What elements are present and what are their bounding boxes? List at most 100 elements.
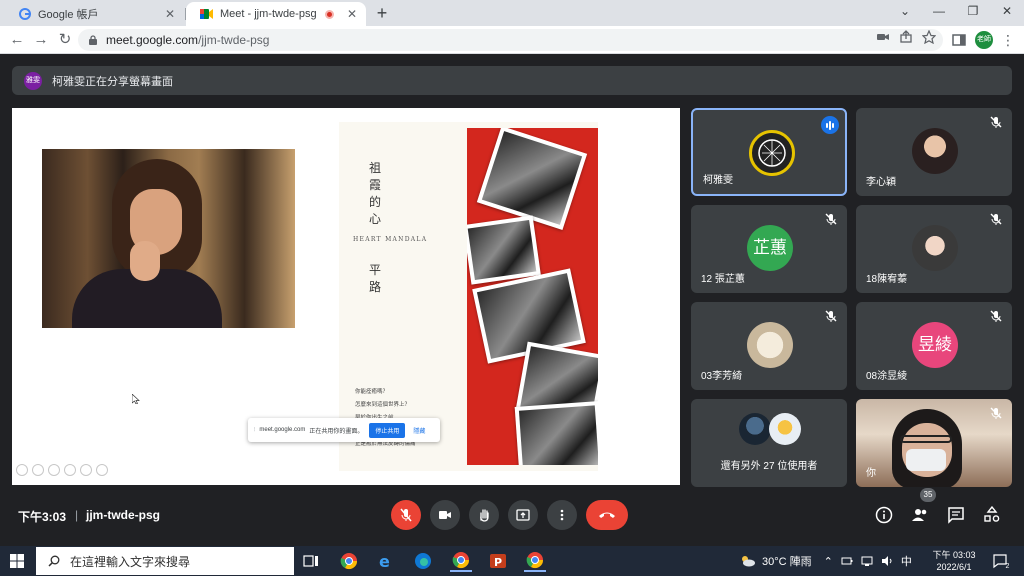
chevron-up-icon[interactable]: ⌃	[824, 555, 833, 568]
hide-button[interactable]: 隱藏	[413, 426, 425, 435]
participant-tile[interactable]: 芷蕙 12 張芷蕙	[691, 205, 847, 293]
photo-hand	[130, 241, 160, 281]
volume-icon[interactable]	[881, 555, 893, 567]
side-panel-icon[interactable]	[951, 32, 967, 48]
battery-icon[interactable]	[841, 555, 853, 567]
chat-icon	[948, 507, 964, 524]
tab-google-account[interactable]: Google 帳戶 ✕	[4, 2, 184, 26]
participant-name: 08涂昱綾	[866, 371, 908, 382]
edge-app-icon[interactable]	[412, 550, 434, 572]
more-vert-icon	[560, 509, 564, 521]
participant-tile[interactable]: 昱綾 08涂昱綾	[856, 302, 1012, 390]
screen-share-notification: ⦙ meet.google.com 正在共用你的畫面。 停止共用 隱藏	[248, 418, 440, 442]
minimize-button[interactable]: —	[922, 2, 956, 22]
mic-off-icon	[990, 213, 1002, 225]
taskbar-search-box[interactable]: 在這裡輸入文字來搜尋	[36, 547, 294, 575]
restore-button[interactable]: ❐	[956, 2, 990, 22]
search-icon	[48, 555, 60, 567]
face-mask	[906, 449, 946, 471]
participant-avatar	[912, 128, 958, 174]
present-screen-button[interactable]	[508, 500, 538, 530]
participant-avatar	[747, 322, 793, 368]
book-title: 祖霞的心	[369, 161, 382, 226]
profile-avatar[interactable]: 老師	[975, 31, 993, 49]
activities-button[interactable]	[981, 504, 1003, 526]
participant-avatar	[769, 413, 801, 445]
chrome-menu-icon[interactable]: ⋮	[1001, 31, 1015, 49]
share-icon[interactable]	[899, 30, 913, 44]
search-placeholder: 在這裡輸入文字來搜尋	[70, 554, 191, 569]
participant-tile[interactable]: 柯雅雯	[691, 108, 847, 196]
close-tab-icon[interactable]: ✕	[344, 7, 360, 21]
camera-in-use-icon[interactable]	[876, 30, 890, 44]
tab-search-icon[interactable]: ⌄	[888, 2, 922, 22]
url-path: /jjm-twde-psg	[198, 33, 270, 47]
mic-toggle-button[interactable]	[391, 500, 421, 530]
windows-start-icon[interactable]	[10, 554, 24, 568]
ie-app-icon[interactable]: e	[375, 550, 397, 572]
mic-off-icon	[400, 508, 412, 522]
slides-icon[interactable]	[64, 464, 76, 476]
share-message: 正在共用你的畫面。	[309, 428, 364, 435]
meeting-details-button[interactable]	[873, 504, 895, 526]
prev-slide-icon[interactable]	[16, 464, 28, 476]
tab-title: Google 帳戶	[38, 9, 99, 21]
pen-icon[interactable]	[48, 464, 60, 476]
new-tab-button[interactable]: +	[372, 4, 392, 24]
slide-toolbar	[16, 464, 108, 476]
tab-meet[interactable]: Meet - jjm-twde-psg ✕	[186, 2, 366, 26]
more-icon[interactable]	[96, 464, 108, 476]
svg-text:P: P	[494, 556, 502, 569]
windows-taskbar: 在這裡輸入文字來搜尋 e P 30°C 陣雨 ⌃ 中 下午 03:03 2022…	[0, 546, 1024, 576]
book-photo	[514, 401, 598, 465]
chrome-app-icon[interactable]	[338, 550, 360, 572]
clock-time: 下午 03:03	[932, 550, 976, 560]
raise-hand-button[interactable]	[469, 500, 499, 530]
back-button[interactable]: ←	[8, 31, 26, 49]
chat-button[interactable]	[945, 504, 967, 526]
weather-text[interactable]: 30°C 陣雨	[762, 553, 812, 569]
book-red-panel	[467, 128, 598, 465]
others-tile[interactable]: 還有另外 27 位使用者	[691, 399, 847, 487]
network-icon[interactable]	[861, 555, 873, 567]
speaking-indicator-icon	[821, 116, 839, 134]
share-host: meet.google.com	[259, 427, 306, 433]
leave-call-button[interactable]	[586, 500, 628, 530]
participant-tile[interactable]: 李心穎	[856, 108, 1012, 196]
system-clock[interactable]: 下午 03:03 2022/6/1	[932, 549, 976, 573]
zoom-icon[interactable]	[80, 464, 92, 476]
forward-button[interactable]: →	[32, 31, 50, 49]
book-english-title: HEART MANDALA	[353, 236, 428, 243]
mic-off-icon	[825, 213, 837, 225]
close-tab-icon[interactable]: ✕	[162, 7, 178, 21]
participant-name: 03李芳綺	[701, 371, 743, 382]
camera-toggle-button[interactable]	[430, 500, 460, 530]
mouse-cursor-icon	[132, 394, 140, 404]
book-photo	[467, 215, 541, 285]
self-view-tile[interactable]: 你	[856, 399, 1012, 487]
powerpoint-app-icon[interactable]: P	[487, 550, 509, 572]
chrome-teacher-app-icon[interactable]	[524, 550, 546, 572]
participant-tile[interactable]: 18陳宥蓁	[856, 205, 1012, 293]
reload-button[interactable]: ↻	[56, 31, 74, 49]
system-tray: 30°C 陣雨 ⌃ 中	[740, 546, 912, 576]
people-button[interactable]	[909, 504, 931, 526]
address-bar[interactable]: meet.google.com/jjm-twde-psg	[78, 29, 943, 51]
meeting-time: 下午3:03	[18, 510, 67, 524]
next-slide-icon[interactable]	[32, 464, 44, 476]
participant-tile[interactable]: 03李芳綺	[691, 302, 847, 390]
mic-off-icon	[990, 407, 1002, 419]
ime-indicator[interactable]: 中	[901, 553, 912, 569]
task-view-icon[interactable]	[300, 550, 322, 572]
chrome-profile-app-icon[interactable]	[450, 550, 472, 572]
stop-sharing-button[interactable]: 停止共用	[369, 422, 406, 438]
bookmark-star-icon[interactable]	[922, 30, 936, 44]
close-window-button[interactable]: ✕	[990, 2, 1024, 22]
more-options-button[interactable]	[547, 500, 577, 530]
info-icon	[875, 506, 893, 524]
activities-icon	[984, 506, 1000, 522]
drag-handle-icon[interactable]: ⦙	[254, 427, 255, 434]
people-icon	[912, 509, 927, 521]
meeting-code: jjm-twde-psg	[86, 508, 160, 522]
participant-name: 李心穎	[866, 177, 896, 188]
